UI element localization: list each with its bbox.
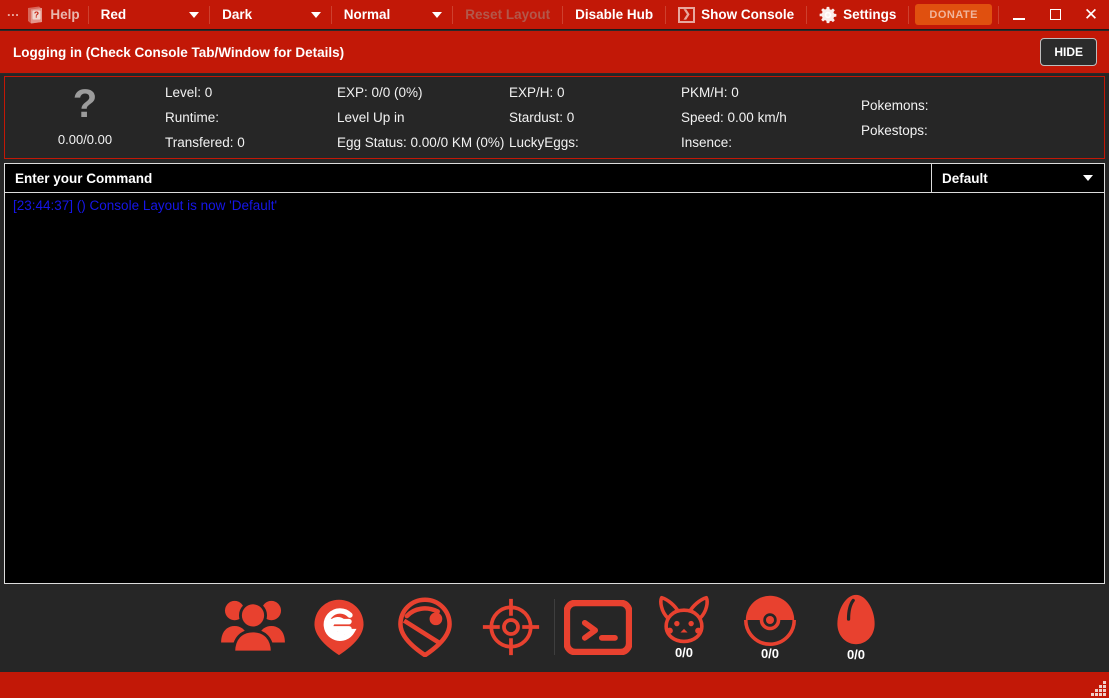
overflow-menu-button[interactable]: ...	[4, 9, 23, 20]
egg-icon	[835, 593, 877, 647]
settings-button[interactable]: Settings	[807, 0, 908, 29]
command-row: Default	[5, 164, 1104, 193]
command-input[interactable]	[5, 164, 931, 192]
app-window: ... ? Help Red Dark Normal	[0, 0, 1109, 698]
resize-grip[interactable]	[1090, 680, 1106, 696]
theme-size-label: Normal	[332, 7, 391, 22]
separator	[452, 6, 453, 24]
help-label: Help	[50, 7, 79, 22]
notice-message: Logging in (Check Console Tab/Window for…	[13, 45, 344, 60]
console-log-area[interactable]: [23:44:37] () Console Layout is now 'Def…	[5, 193, 1104, 583]
players-icon	[217, 598, 289, 656]
console-layout-value: Default	[932, 171, 988, 186]
hide-notice-button[interactable]: HIDE	[1040, 38, 1097, 66]
stat-stardust: Stardust: 0	[509, 110, 681, 125]
stat-egg-status: Egg Status: 0.00/0 KM (0%)	[337, 135, 509, 150]
bottom-bar	[0, 672, 1109, 698]
stat-level-up-in: Level Up in	[337, 110, 509, 125]
dock-item-egg-map-pin[interactable]	[296, 588, 382, 666]
stat-exp-per-hour: EXP/H: 0	[509, 85, 681, 100]
stats-column-1: Level: 0 Runtime: Transfered: 0	[165, 81, 337, 154]
status-notice-bar: Logging in (Check Console Tab/Window for…	[0, 30, 1109, 74]
stat-pokestops: Pokestops:	[861, 123, 1104, 138]
dock-item-pokeball[interactable]: 0/0	[727, 588, 813, 666]
pikachu-count: 0/0	[675, 646, 693, 659]
theme-mode-dropdown[interactable]: Dark	[210, 0, 331, 29]
console-log-line: [23:44:37] () Console Layout is now 'Def…	[13, 197, 1104, 215]
chevron-down-icon	[1083, 175, 1093, 181]
avatar: ? 0.00/0.00	[5, 81, 165, 154]
stat-insence: Insence:	[681, 135, 861, 150]
stat-luckyeggs: LuckyEggs:	[509, 135, 681, 150]
dock-bar: 0/0 0/0 0/0	[0, 584, 1109, 672]
stats-columns: Level: 0 Runtime: Transfered: 0 EXP: 0/0…	[165, 81, 1104, 154]
crosshair-target-icon	[481, 597, 541, 657]
dock-item-terminal[interactable]	[555, 588, 641, 666]
show-console-label: Show Console	[701, 7, 794, 22]
dock-item-players[interactable]	[210, 588, 296, 666]
dock-item-crosshair[interactable]	[468, 588, 554, 666]
stat-transfered: Transfered: 0	[165, 135, 337, 150]
avatar-placeholder-glyph: ?	[73, 86, 97, 128]
stats-column-2: EXP: 0/0 (0%) Level Up in Egg Status: 0.…	[337, 81, 509, 154]
stat-runtime: Runtime:	[165, 110, 337, 125]
dock-item-pikachu[interactable]: 0/0	[641, 588, 727, 666]
pikachu-face-icon	[657, 595, 711, 645]
minimize-button[interactable]	[1001, 0, 1037, 30]
theme-color-dropdown[interactable]: Red	[89, 0, 210, 29]
egg-map-pin-icon	[310, 597, 368, 657]
theme-color-label: Red	[89, 7, 127, 22]
stat-pokemons: Pokemons:	[861, 98, 1104, 113]
help-button[interactable]: ? Help	[23, 0, 87, 29]
stats-column-4: PKM/H: 0 Speed: 0.00 km/h Insence:	[681, 81, 861, 154]
maximize-button[interactable]	[1037, 0, 1073, 30]
console-layout-dropdown[interactable]: Default	[931, 164, 1104, 192]
stats-panel-wrapper: ? 0.00/0.00 Level: 0 Runtime: Transfered…	[0, 74, 1109, 162]
stats-column-3: EXP/H: 0 Stardust: 0 LuckyEggs:	[509, 81, 681, 154]
stat-level: Level: 0	[165, 85, 337, 100]
dock-item-pokeball-map-pin[interactable]	[382, 588, 468, 666]
minimize-icon	[1013, 18, 1025, 20]
donate-button[interactable]: DONATE	[915, 4, 992, 25]
pokeball-icon	[744, 594, 796, 646]
title-bar: ... ? Help Red Dark Normal	[0, 0, 1109, 30]
dock-item-egg[interactable]: 0/0	[813, 588, 899, 666]
stats-column-5: Pokemons: Pokestops:	[861, 81, 1104, 154]
egg-count: 0/0	[847, 648, 865, 661]
console-glyph-icon: ❯	[678, 7, 695, 23]
svg-text:?: ?	[34, 9, 39, 19]
book-question-icon: ?	[25, 5, 45, 25]
window-controls: ✕	[1001, 0, 1109, 29]
avatar-ratio-label: 0.00/0.00	[58, 132, 112, 147]
maximize-icon	[1050, 9, 1061, 20]
reset-layout-button[interactable]: Reset Layout	[453, 0, 562, 29]
separator	[562, 6, 563, 24]
chevron-down-icon	[311, 12, 321, 18]
separator	[665, 6, 666, 24]
chevron-down-icon	[432, 12, 442, 18]
pokeball-map-pin-icon	[396, 597, 454, 657]
console-panel: Default [23:44:37] () Console Layout is …	[4, 163, 1105, 584]
theme-size-dropdown[interactable]: Normal	[332, 0, 453, 29]
stat-exp: EXP: 0/0 (0%)	[337, 85, 509, 100]
close-button[interactable]: ✕	[1073, 0, 1109, 30]
settings-label: Settings	[843, 7, 896, 22]
show-console-button[interactable]: ❯ Show Console	[666, 0, 806, 29]
theme-mode-label: Dark	[210, 7, 252, 22]
gear-icon	[819, 6, 837, 24]
separator	[998, 6, 999, 24]
close-icon: ✕	[1084, 6, 1098, 23]
disable-hub-button[interactable]: Disable Hub	[563, 0, 665, 29]
separator	[806, 6, 807, 24]
stat-speed: Speed: 0.00 km/h	[681, 110, 861, 125]
stat-pkm-per-hour: PKM/H: 0	[681, 85, 861, 100]
stats-panel: ? 0.00/0.00 Level: 0 Runtime: Transfered…	[4, 76, 1105, 159]
pokeball-count: 0/0	[761, 647, 779, 660]
separator	[908, 6, 909, 24]
terminal-console-icon	[564, 600, 632, 655]
chevron-down-icon	[189, 12, 199, 18]
